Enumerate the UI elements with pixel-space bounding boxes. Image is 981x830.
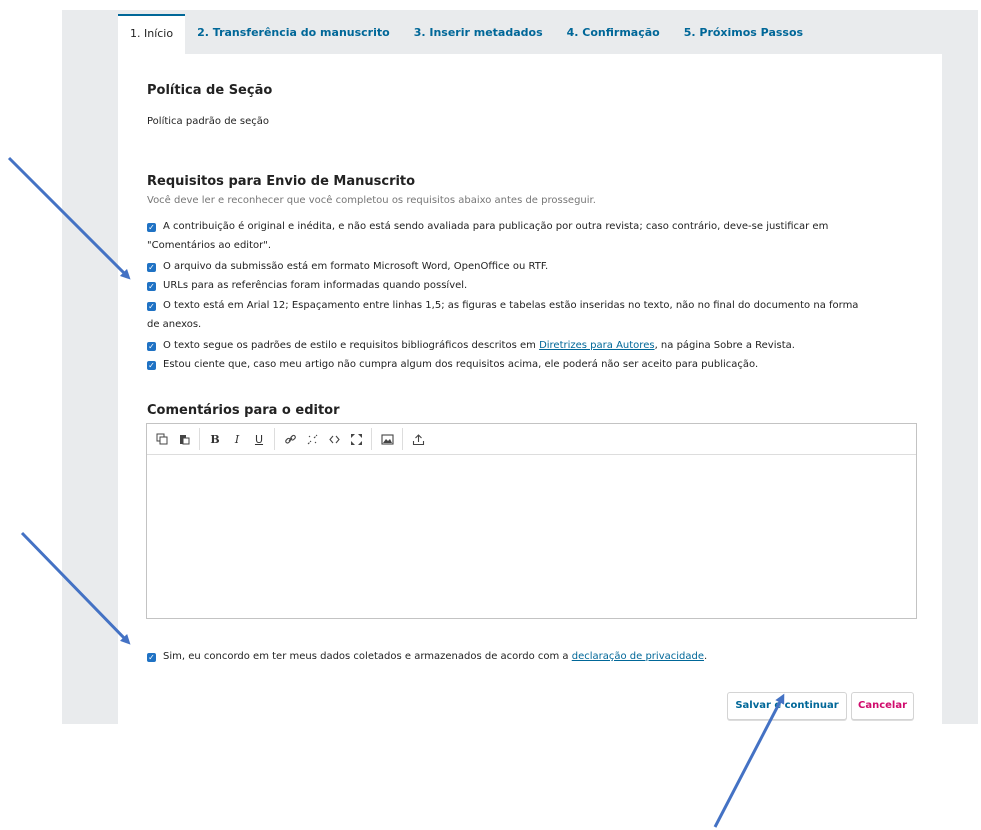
requirement-label-cont: de anexos.	[147, 319, 202, 330]
wizard-tabs: 1. Início 2. Transferência do manuscrito…	[118, 14, 815, 54]
checkbox[interactable]: ✓	[147, 223, 156, 232]
requirement-label: O arquivo da submissão está em formato M…	[163, 261, 549, 272]
link-icon[interactable]	[279, 428, 301, 450]
checkbox[interactable]: ✓	[147, 263, 156, 272]
requirement-item[interactable]: ✓ O texto segue os padrões de estilo e re…	[147, 336, 917, 355]
toolbar-divider	[371, 428, 372, 450]
unlink-icon[interactable]	[301, 428, 323, 450]
requirement-item[interactable]: ✓ O texto está em Arial 12; Espaçamento e…	[147, 296, 917, 334]
checkbox[interactable]: ✓	[147, 282, 156, 291]
privacy-checkbox[interactable]: ✓	[147, 653, 156, 662]
image-icon[interactable]	[376, 428, 398, 450]
cancel-button[interactable]: Cancelar	[851, 692, 914, 720]
comments-textarea[interactable]	[147, 455, 916, 631]
toolbar-divider	[274, 428, 275, 450]
requirement-label: O texto segue os padrões de estilo e req…	[163, 340, 540, 351]
requirement-label: A contribuição é original e inédita, e n…	[163, 221, 829, 232]
requirement-item[interactable]: ✓ URLs para as referências foram informad…	[147, 276, 917, 295]
section-policy-text: Política padrão de seção	[147, 116, 269, 127]
save-continue-button[interactable]: Salvar e continuar	[727, 692, 847, 720]
requirement-label-cont: "Comentários ao editor".	[147, 240, 272, 251]
requirement-item[interactable]: ✓ O arquivo da submissão está em formato …	[147, 257, 917, 276]
bold-icon[interactable]: B	[204, 428, 226, 450]
requirement-item[interactable]: ✓ A contribuição é original e inédita, e …	[147, 217, 917, 255]
italic-icon[interactable]: I	[226, 428, 248, 450]
requirement-label-suffix: , na página Sobre a Revista.	[654, 340, 795, 351]
copy-icon[interactable]	[151, 428, 173, 450]
requirement-item[interactable]: ✓ Estou ciente que, caso meu artigo não c…	[147, 355, 917, 374]
tab-confirmation[interactable]: 4. Confirmação	[555, 14, 672, 54]
requirement-label: O texto está em Arial 12; Espaçamento en…	[163, 300, 859, 311]
checkbox[interactable]: ✓	[147, 342, 156, 351]
code-icon[interactable]	[323, 428, 345, 450]
requirements-heading: Requisitos para Envio de Manuscrito	[147, 174, 416, 189]
comments-editor: B I U	[146, 423, 917, 619]
fullscreen-icon[interactable]	[345, 428, 367, 450]
privacy-label: Sim, eu concordo em ter meus dados colet…	[163, 651, 572, 662]
checkbox[interactable]: ✓	[147, 361, 156, 370]
tab-next-steps[interactable]: 5. Próximos Passos	[672, 14, 815, 54]
requirement-label: Estou ciente que, caso meu artigo não cu…	[163, 359, 759, 370]
editor-toolbar: B I U	[147, 424, 916, 455]
section-policy-heading: Política de Seção	[147, 83, 273, 98]
requirements-description: Você deve ler e reconhecer que você comp…	[147, 195, 596, 206]
tab-upload[interactable]: 2. Transferência do manuscrito	[185, 14, 402, 54]
upload-icon[interactable]	[407, 428, 429, 450]
underline-icon[interactable]: U	[248, 428, 270, 450]
toolbar-divider	[402, 428, 403, 450]
author-guidelines-link[interactable]: Diretrizes para Autores	[539, 340, 655, 351]
tab-start[interactable]: 1. Início	[118, 14, 186, 54]
privacy-consent[interactable]: ✓ Sim, eu concordo em ter meus dados cole…	[147, 647, 917, 666]
requirement-label: URLs para as referências foram informada…	[163, 280, 468, 291]
privacy-statement-link[interactable]: declaração de privacidade	[572, 651, 704, 662]
paste-icon[interactable]	[173, 428, 195, 450]
privacy-label-suffix: .	[704, 651, 708, 662]
toolbar-divider	[199, 428, 200, 450]
checkbox[interactable]: ✓	[147, 302, 156, 311]
step-content: Política de Seção Política padrão de seç…	[118, 54, 942, 724]
tab-metadata[interactable]: 3. Inserir metadados	[402, 14, 555, 54]
comments-heading: Comentários para o editor	[147, 403, 340, 418]
